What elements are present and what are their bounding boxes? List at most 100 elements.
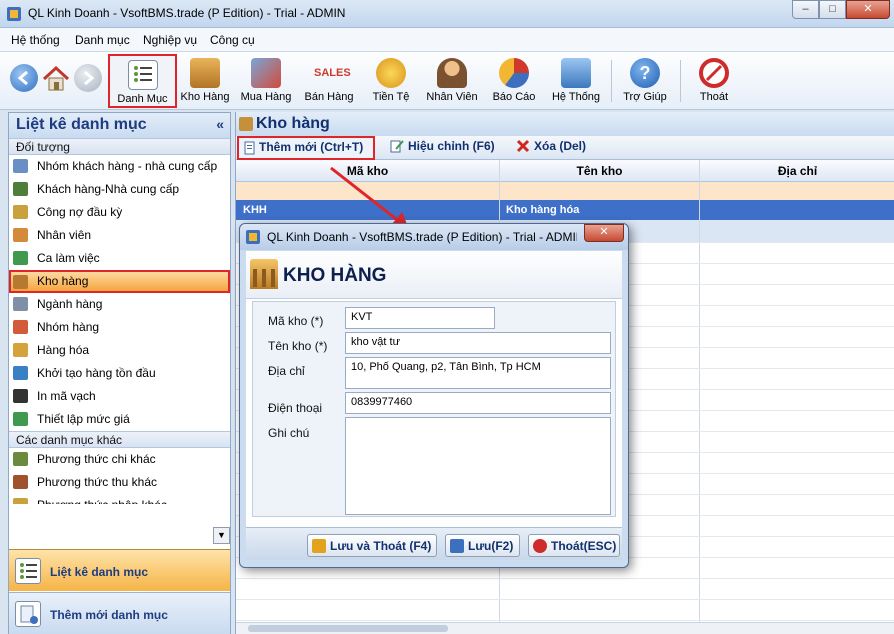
add-document-icon — [243, 141, 257, 155]
table-row[interactable]: KHH Kho hàng hóa — [236, 200, 894, 220]
sidebar-item-label: In mã vạch — [37, 389, 96, 403]
warehouse-icon — [250, 259, 278, 289]
save-button[interactable]: Lưu(F2) — [445, 534, 520, 557]
sidebar-item[interactable]: Phương thức nhập khác — [9, 494, 230, 504]
toolbar-tro-giup-label: Trợ Giúp — [623, 91, 667, 103]
left-panel-title: Liệt kê danh mục — [16, 116, 147, 133]
dialog-close-button[interactable]: ✕ — [584, 224, 624, 242]
sidebar-item-icon — [13, 320, 28, 334]
app-icon — [6, 6, 22, 22]
toolbar-separator — [611, 60, 612, 102]
address-field[interactable]: 10, Phố Quang, p2, Tân Bình, Tp HCM — [345, 357, 611, 389]
menu-cong-cu[interactable]: Công cụ — [210, 33, 255, 47]
group-header-danh-muc-khac[interactable]: Các danh mục khác — [9, 431, 230, 448]
sidebar-item[interactable]: Khởi tạo hàng tồn đầu — [9, 362, 230, 385]
sidebar-item-label: Nhân viên — [37, 228, 92, 242]
forward-arrow-icon[interactable] — [74, 64, 102, 92]
sidebar-item[interactable]: Khách hàng-Nhà cung cấp — [9, 178, 230, 201]
maximize-button[interactable]: □ — [819, 0, 846, 19]
scroll-thumb[interactable] — [248, 625, 448, 632]
sidebar-item[interactable]: Ngành hàng — [9, 293, 230, 316]
sidebar-item-label: Kho hàng — [37, 274, 89, 288]
column-header-ten-kho[interactable]: Tên kho — [500, 164, 699, 178]
toolbar-mua-hang-label: Mua Hàng — [240, 91, 292, 103]
horizontal-scrollbar[interactable] — [236, 622, 894, 634]
close-circle-icon — [533, 539, 547, 553]
sidebar-item[interactable]: In mã vạch — [9, 385, 230, 408]
sidebar-item[interactable]: Ca làm việc — [9, 247, 230, 270]
toolbar-tien-te-label: Tiền Tệ — [372, 91, 410, 103]
toolbar-separator — [680, 60, 681, 102]
toolbar-bao-cao-label: Báo Cáo — [492, 91, 536, 103]
sidebar-item-icon — [13, 366, 28, 380]
cell-ten-kho: Kho hàng hóa — [506, 204, 580, 216]
sidebar-item-icon — [13, 389, 28, 403]
grid-header: Mã kho Tên kho Địa chỉ — [236, 160, 894, 182]
exit-button[interactable]: Thoát(ESC) — [528, 534, 620, 557]
sidebar-item-label: Phương thức thu khác — [37, 475, 157, 489]
sidebar-item[interactable]: Thiết lập mức giá — [9, 408, 230, 431]
save-and-exit-label: Lưu và Thoát (F4) — [330, 539, 432, 553]
minimize-button[interactable]: – — [792, 0, 819, 19]
delete-x-icon — [516, 139, 530, 153]
home-icon[interactable] — [41, 64, 70, 92]
phone-field[interactable]: 0839977460 — [345, 392, 611, 414]
grid-filter-row[interactable] — [236, 182, 894, 200]
sidebar-item-label: Nhóm hàng — [37, 320, 100, 334]
column-header-ma-kho[interactable]: Mã kho — [236, 164, 499, 178]
toolbar-kho-hang[interactable]: Kho Hàng — [178, 54, 232, 108]
left-panel-scrollbar[interactable]: ▼ — [9, 527, 230, 545]
toolbar-nhan-vien[interactable]: Nhân Viên — [424, 54, 480, 108]
sidebar-item[interactable]: Công nợ đầu kỳ — [9, 201, 230, 224]
dialog-titlebar: QL Kinh Doanh - VsoftBMS.trade (P Editio… — [240, 224, 628, 250]
address-label: Địa chỉ — [268, 364, 305, 378]
column-header-dia-chi[interactable]: Địa chỉ — [700, 164, 894, 178]
grid-divider — [699, 160, 700, 634]
app-icon — [246, 230, 260, 244]
sidebar-item[interactable]: Kho hàng — [9, 270, 230, 293]
collapse-icon[interactable]: « — [216, 116, 224, 132]
code-field[interactable]: KVT — [345, 307, 495, 329]
delete-button[interactable]: Xóa (Del) — [514, 139, 586, 153]
menu-he-thong[interactable]: Hệ thống — [11, 33, 60, 47]
purchase-icon — [251, 58, 281, 88]
menu-nghiep-vu[interactable]: Nghiệp vụ — [143, 33, 197, 47]
sidebar-item[interactable]: Nhóm hàng — [9, 316, 230, 339]
sidebar-item[interactable]: Phương thức chi khác — [9, 448, 230, 471]
save-and-exit-button[interactable]: Lưu và Thoát (F4) — [307, 534, 437, 557]
sidebar-item[interactable]: Nhóm khách hàng - nhà cung cấp — [9, 155, 230, 178]
toolbar-mua-hang[interactable]: Mua Hàng — [238, 54, 294, 108]
back-arrow-icon[interactable] — [10, 64, 38, 92]
group-header-doi-tuong[interactable]: Đối tượng — [9, 138, 230, 155]
note-field[interactable] — [345, 417, 611, 515]
left-panel-header: Liệt kê danh mục « — [9, 113, 230, 138]
toolbar-danh-muc[interactable]: Danh Mục — [108, 54, 177, 108]
sidebar-item[interactable]: Hàng hóa — [9, 339, 230, 362]
lp-button-them-moi[interactable]: Thêm mới danh mục — [9, 592, 230, 634]
edit-button[interactable]: Hiệu chỉnh (F6) — [388, 139, 495, 153]
menu-bar: Hệ thống Danh mục Nghiệp vụ Công cụ — [0, 28, 894, 52]
sidebar-item-label: Ngành hàng — [37, 297, 103, 311]
close-button[interactable]: ✕ — [846, 0, 890, 19]
toolbar-bao-cao[interactable]: Báo Cáo — [489, 54, 539, 108]
menu-danh-muc[interactable]: Danh mục — [75, 33, 130, 47]
add-new-button[interactable]: Thêm mới (Ctrl+T) — [237, 136, 375, 160]
name-field[interactable]: kho vật tư — [345, 332, 611, 354]
dialog-footer: Lưu và Thoát (F4) Lưu(F2) Thoát(ESC) — [246, 527, 622, 560]
toolbar-thoat[interactable]: Thoát — [690, 54, 738, 108]
kho-hang-dialog: QL Kinh Doanh - VsoftBMS.trade (P Editio… — [239, 223, 629, 568]
toolbar-ban-hang[interactable]: SALES Bán Hàng — [302, 54, 356, 108]
toolbar-tro-giup[interactable]: ? Trợ Giúp — [618, 54, 672, 108]
sidebar-item[interactable]: Phương thức thu khác — [9, 471, 230, 494]
toolbar-he-thong[interactable]: Hệ Thống — [547, 54, 605, 108]
sidebar-item-label: Nhóm khách hàng - nhà cung cấp — [37, 159, 218, 173]
sidebar-item[interactable]: Nhân viên — [9, 224, 230, 247]
toolbar-nhan-vien-label: Nhân Viên — [426, 91, 478, 103]
toolbar-tien-te[interactable]: Tiền Tệ — [367, 54, 415, 108]
edit-pencil-icon — [390, 139, 404, 153]
scroll-down-icon[interactable]: ▼ — [213, 527, 230, 544]
phone-label: Điện thoại — [268, 401, 323, 415]
report-chart-icon — [499, 58, 529, 88]
lp-button-liet-ke[interactable]: Liệt kê danh mục — [9, 549, 230, 591]
save-label: Lưu(F2) — [468, 539, 514, 553]
